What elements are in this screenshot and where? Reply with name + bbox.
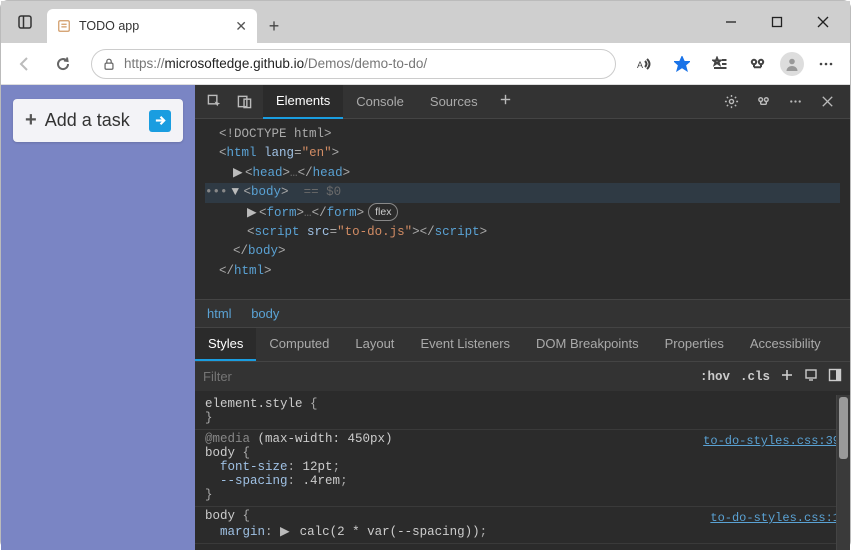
lock-icon — [102, 57, 116, 71]
tab-favicon-icon — [57, 19, 71, 33]
toggle-hov[interactable]: :hov — [700, 370, 730, 384]
profile-avatar[interactable] — [780, 52, 804, 76]
inspect-element-button[interactable] — [199, 87, 229, 117]
styles-tab-layout[interactable]: Layout — [342, 328, 407, 361]
plus-icon: + — [25, 109, 37, 132]
tab-close-icon[interactable]: ✕ — [235, 18, 247, 35]
devtools-settings-button[interactable] — [716, 87, 746, 117]
address-bar: https://microsoftedge.github.io/Demos/de… — [1, 43, 850, 85]
styles-tabs: Styles Computed Layout Event Listeners D… — [195, 327, 850, 361]
styles-tab-styles[interactable]: Styles — [195, 328, 256, 361]
add-task-input[interactable]: Add a task — [45, 110, 141, 131]
more-menu-button[interactable] — [810, 48, 842, 80]
collections-button[interactable] — [742, 48, 774, 80]
device-toolbar-button[interactable] — [229, 87, 259, 117]
new-style-rule-button[interactable] — [780, 368, 794, 385]
devtools-panel: Elements Console Sources <!DOCTYPE html>… — [195, 85, 850, 550]
submit-task-button[interactable] — [149, 110, 171, 132]
favorites-list-button[interactable] — [704, 48, 736, 80]
browser-tab[interactable]: TODO app ✕ — [47, 9, 257, 43]
styles-body[interactable]: element.style { } to-do-styles.css:39 @m… — [195, 391, 850, 550]
tab-title: TODO app — [79, 19, 139, 33]
devtools-tab-elements[interactable]: Elements — [263, 85, 343, 119]
crumb-html[interactable]: html — [207, 306, 232, 321]
styles-tab-accessibility[interactable]: Accessibility — [737, 328, 834, 361]
window-maximize-button[interactable] — [754, 6, 800, 38]
devtools-more-button[interactable] — [780, 87, 810, 117]
dom-breadcrumbs[interactable]: html body — [195, 299, 850, 327]
window-titlebar: TODO app ✕ + — [1, 1, 850, 43]
nav-refresh-button[interactable] — [47, 48, 79, 80]
source-link[interactable]: to-do-styles.css:1 — [710, 511, 840, 525]
url-box[interactable]: https://microsoftedge.github.io/Demos/de… — [91, 49, 616, 79]
styles-tab-properties[interactable]: Properties — [652, 328, 737, 361]
crumb-body[interactable]: body — [251, 306, 279, 321]
devtools-activity-button[interactable] — [748, 87, 778, 117]
source-link[interactable]: to-do-styles.css:39 — [703, 434, 840, 448]
devtools-more-tabs-button[interactable] — [491, 85, 521, 115]
add-task-form: + Add a task — [13, 99, 183, 142]
styles-filter-input[interactable] — [203, 369, 700, 384]
toggle-cls[interactable]: .cls — [740, 370, 770, 384]
devtools-toolbar: Elements Console Sources — [195, 85, 850, 119]
styles-tab-computed[interactable]: Computed — [256, 328, 342, 361]
devtools-close-button[interactable] — [812, 87, 842, 117]
url-text: https://microsoftedge.github.io/Demos/de… — [124, 56, 427, 71]
styles-scrollbar[interactable] — [836, 395, 850, 550]
tab-actions-icon[interactable] — [9, 6, 41, 38]
device-button[interactable] — [804, 368, 818, 385]
styles-tab-event-listeners[interactable]: Event Listeners — [407, 328, 523, 361]
svg-text:A: A — [637, 60, 643, 70]
devtools-tab-console[interactable]: Console — [343, 85, 417, 119]
nav-back-button[interactable] — [9, 48, 41, 80]
styles-tab-dom-breakpoints[interactable]: DOM Breakpoints — [523, 328, 652, 361]
dock-button[interactable] — [828, 368, 842, 385]
read-aloud-button[interactable]: A — [628, 48, 660, 80]
devtools-tab-sources[interactable]: Sources — [417, 85, 491, 119]
styles-filter-row: :hov .cls — [195, 361, 850, 391]
window-minimize-button[interactable] — [708, 6, 754, 38]
page-viewport: + Add a task — [1, 85, 195, 550]
new-tab-button[interactable]: + — [257, 9, 291, 43]
dom-tree[interactable]: <!DOCTYPE html> <html lang="en"> ▶<head>… — [195, 119, 850, 299]
window-close-button[interactable] — [800, 6, 846, 38]
favorite-button[interactable] — [666, 48, 698, 80]
